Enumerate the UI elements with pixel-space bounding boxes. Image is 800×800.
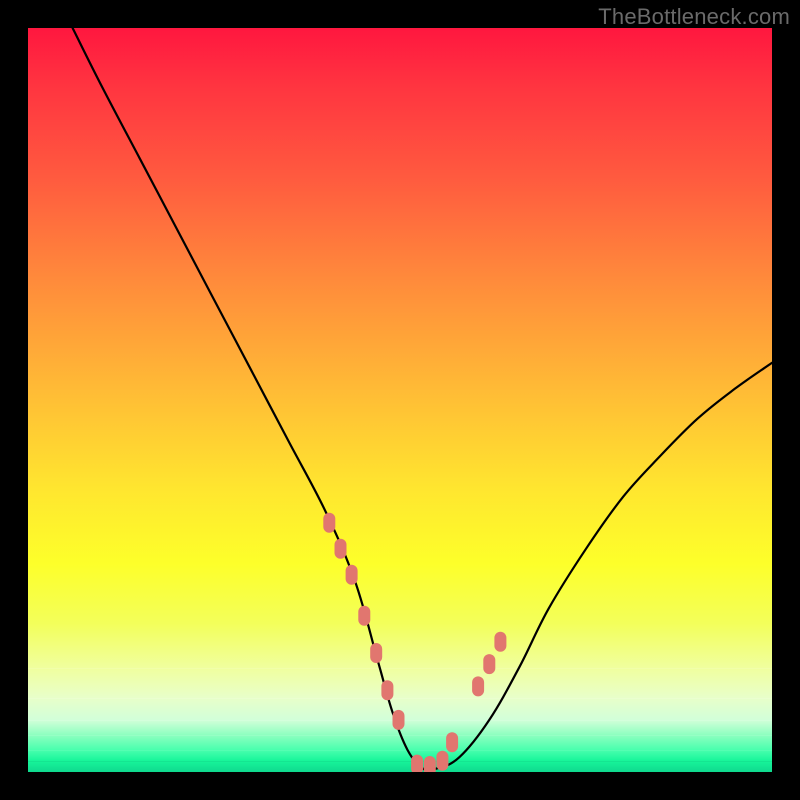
curve-marker [436, 751, 448, 771]
curve-marker [494, 632, 506, 652]
curve-marker [323, 513, 335, 533]
curve-marker [411, 755, 423, 772]
curve-marker [358, 606, 370, 626]
curve-marker [393, 710, 405, 730]
curve-layer [28, 28, 772, 772]
curve-marker [483, 654, 495, 674]
chart-frame: TheBottleneck.com [0, 0, 800, 800]
plot-area [28, 28, 772, 772]
curve-marker [381, 680, 393, 700]
watermark-text: TheBottleneck.com [598, 4, 790, 30]
bottleneck-curve [73, 28, 772, 770]
curve-marker [424, 756, 436, 772]
curve-marker [346, 565, 358, 585]
curve-marker [446, 732, 458, 752]
curve-marker [472, 676, 484, 696]
curve-marker [370, 643, 382, 663]
curve-marker [335, 539, 347, 559]
